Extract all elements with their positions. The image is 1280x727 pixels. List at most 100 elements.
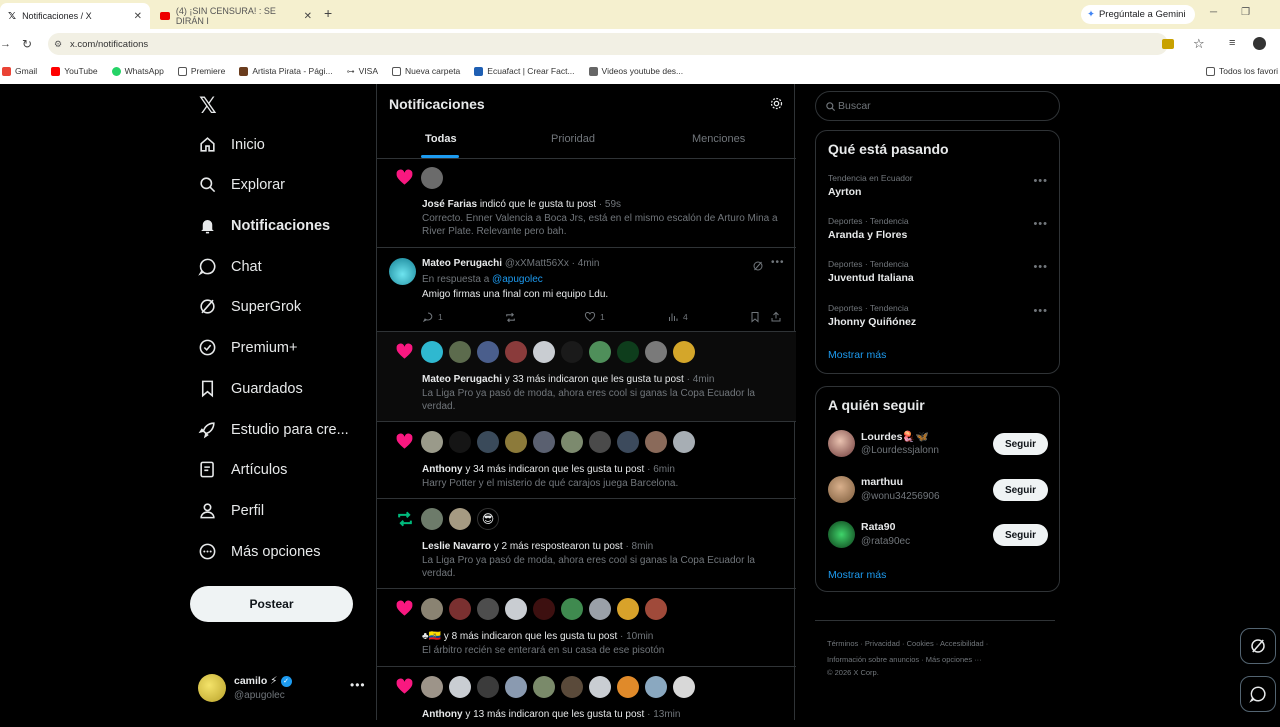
nav-more-options[interactable]: Más opciones	[198, 542, 320, 561]
notification-repost[interactable]: 😎 Leslie Navarro y 2 más respostearon tu…	[377, 499, 796, 589]
avatar[interactable]	[449, 598, 471, 620]
notification-like[interactable]: José Farias indicó que le gusta tu post …	[377, 159, 796, 248]
tab-mentions[interactable]: Menciones	[692, 133, 745, 145]
avatar[interactable]	[561, 598, 583, 620]
bookmark-nueva-carpeta[interactable]: Nueva carpeta	[392, 66, 460, 76]
nav-premium[interactable]: Premium+	[198, 338, 297, 357]
more-dots-icon[interactable]: •••	[350, 678, 366, 692]
bookmark-videos-youtube[interactable]: Videos youtube des...	[588, 66, 683, 76]
bookmark-whatsapp[interactable]: WhatsApp	[111, 66, 164, 76]
repost-icon[interactable]	[504, 311, 517, 324]
bookmark-youtube[interactable]: YouTube	[51, 66, 98, 76]
forward-icon[interactable]: →	[0, 38, 11, 50]
avatar[interactable]	[589, 341, 611, 363]
trend-item[interactable]: Deportes · Tendencia Aranda y Flores •••	[828, 216, 1048, 241]
notification-like[interactable]: Anthony y 13 más indicaron que les gusta…	[377, 667, 796, 727]
avatar[interactable]	[617, 431, 639, 453]
follow-button[interactable]: Seguir	[993, 479, 1048, 501]
trend-item[interactable]: Deportes · Tendencia Jhonny Quiñónez •••	[828, 303, 1048, 328]
avatar[interactable]	[589, 676, 611, 698]
avatar[interactable]	[561, 341, 583, 363]
gemini-button[interactable]: ✦ Pregúntale a Gemini	[1081, 5, 1195, 24]
restore-icon[interactable]: ❐	[1241, 7, 1250, 18]
avatar[interactable]	[561, 676, 583, 698]
avatar[interactable]	[828, 521, 855, 548]
notification-like[interactable]: Anthony y 34 más indicaron que les gusta…	[377, 422, 796, 499]
post-button[interactable]: Postear	[190, 586, 353, 622]
bookmark-all-favorites[interactable]: Todos los favori	[1206, 66, 1278, 76]
avatar[interactable]	[421, 341, 443, 363]
avatar[interactable]	[477, 598, 499, 620]
actor-name[interactable]: Leslie Navarro	[422, 541, 491, 552]
avatar[interactable]	[477, 341, 499, 363]
views-action[interactable]: 4	[667, 311, 688, 323]
share-icon[interactable]	[770, 311, 782, 323]
avatar[interactable]	[589, 598, 611, 620]
avatar[interactable]: 😎	[477, 508, 499, 530]
trend-item[interactable]: Tendencia en Ecuador Ayrton •••	[828, 173, 1048, 198]
footer-line[interactable]: Términos · Privacidad · Cookies · Accesi…	[827, 636, 1057, 652]
account-switcher[interactable]: camilo ⚡ ✓ @apugolec •••	[198, 674, 368, 704]
media-control-icon[interactable]: ≡	[1229, 37, 1235, 49]
more-dots-icon[interactable]: •••	[1033, 261, 1048, 273]
avatar[interactable]	[645, 431, 667, 453]
more-dots-icon[interactable]: •••	[1033, 305, 1048, 317]
avatar[interactable]	[617, 341, 639, 363]
avatar[interactable]	[421, 676, 443, 698]
follow-suggestion[interactable]: Rata90 @rata90ec Seguir	[828, 519, 1048, 553]
tab-notifications[interactable]: 𝕏 Notificaciones / X ✕	[0, 3, 150, 29]
avatar[interactable]	[505, 598, 527, 620]
nav-chat[interactable]: Chat	[198, 257, 262, 276]
nav-notifications[interactable]: Notificaciones	[198, 216, 330, 235]
avatar[interactable]	[533, 341, 555, 363]
more-dots-icon[interactable]: •••	[1033, 218, 1048, 230]
avatar[interactable]	[477, 676, 499, 698]
bookmark-icon[interactable]	[749, 311, 761, 323]
reply-to-link[interactable]: @apugolec	[492, 274, 543, 285]
profile-avatar-icon[interactable]	[1253, 37, 1266, 50]
avatar[interactable]	[673, 341, 695, 363]
nav-home[interactable]: Inicio	[198, 135, 265, 154]
bookmark-gmail[interactable]: Gmail	[2, 66, 37, 76]
avatar[interactable]	[645, 598, 667, 620]
minimize-icon[interactable]: ─	[1210, 7, 1217, 18]
follow-button[interactable]: Seguir	[993, 524, 1048, 546]
avatar[interactable]	[421, 167, 443, 189]
search-input[interactable]: Buscar	[815, 91, 1060, 121]
avatar[interactable]	[533, 431, 555, 453]
follow-button[interactable]: Seguir	[993, 433, 1048, 455]
follow-suggestion[interactable]: marthuu @wonu34256906 Seguir	[828, 474, 1048, 508]
notification-like[interactable]: ♣🇪🇨 y 8 más indicaron que les gusta tu p…	[377, 589, 796, 667]
avatar[interactable]	[533, 676, 555, 698]
bookmark-artista-pirata[interactable]: Artista Pirata - Pági...	[239, 66, 333, 76]
close-tab-icon[interactable]: ✕	[134, 11, 142, 22]
notification-reply[interactable]: Mateo Perugachi @xXMatt56Xx · 4min ••• E…	[377, 248, 796, 332]
reload-icon[interactable]: ↻	[22, 37, 32, 51]
x-logo-icon[interactable]: 𝕏	[199, 93, 217, 119]
bookmark-star-icon[interactable]: ☆	[1193, 36, 1205, 52]
avatar[interactable]	[505, 431, 527, 453]
tab-all[interactable]: Todas	[425, 133, 457, 145]
more-dots-icon[interactable]: •••	[771, 257, 785, 268]
actor-name[interactable]: Mateo Perugachi	[422, 374, 502, 385]
bookmark-ecuafact[interactable]: Ecuafact | Crear Fact...	[474, 66, 575, 76]
avatar[interactable]	[645, 341, 667, 363]
avatar[interactable]	[505, 341, 527, 363]
avatar[interactable]	[449, 676, 471, 698]
more-dots-icon[interactable]: •••	[1033, 175, 1048, 187]
trend-item[interactable]: Deportes · Tendencia Juventud Italiana •…	[828, 259, 1048, 284]
bookmark-premiere[interactable]: Premiere	[177, 66, 225, 76]
actor-name[interactable]: Anthony	[422, 709, 463, 720]
grok-icon[interactable]	[752, 260, 764, 272]
follow-suggestion[interactable]: Lourdes🪼🦋 @Lourdessjalonn Seguir	[828, 428, 1048, 462]
avatar[interactable]	[421, 598, 443, 620]
avatar[interactable]	[828, 476, 855, 503]
new-tab-icon[interactable]: +	[324, 5, 332, 21]
site-info-icon[interactable]: ⚙	[54, 39, 62, 50]
nav-creator-studio[interactable]: Estudio para cre...	[198, 420, 349, 439]
show-more-link[interactable]: Mostrar más	[828, 349, 886, 361]
nav-articles[interactable]: Artículos	[198, 460, 287, 479]
avatar[interactable]	[477, 431, 499, 453]
reply-action[interactable]: 1	[422, 311, 443, 323]
avatar[interactable]	[421, 508, 443, 530]
